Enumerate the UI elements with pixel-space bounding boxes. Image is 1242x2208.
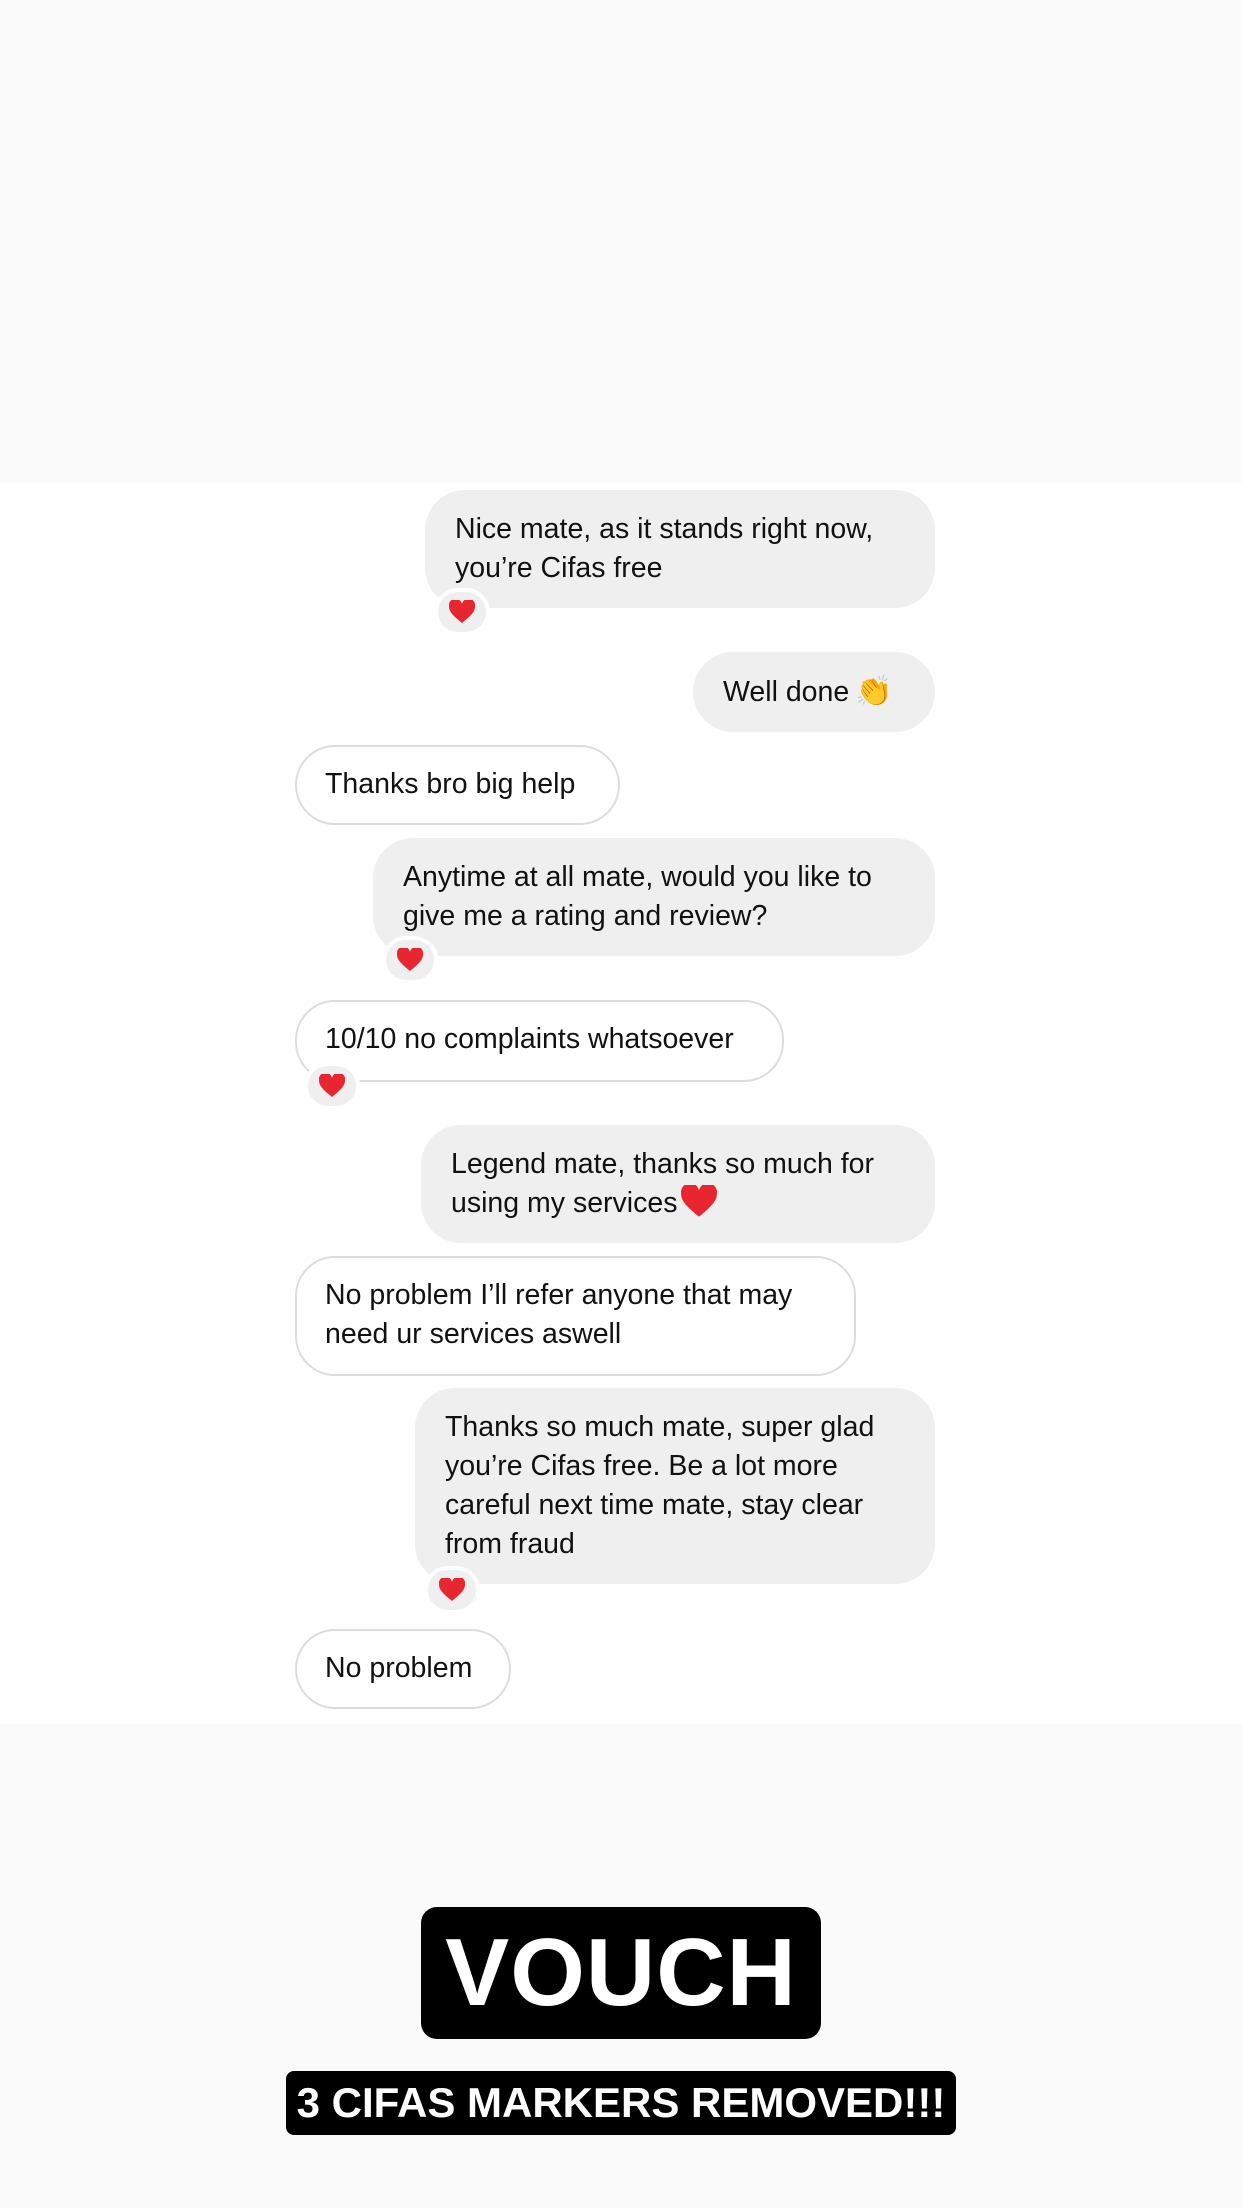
vouch-headline: VOUCH	[421, 1907, 821, 2039]
heart-icon	[681, 1185, 718, 1217]
heart-icon	[319, 1074, 345, 1097]
heart-icon	[449, 600, 475, 623]
top-empty-area	[0, 0, 1242, 482]
message-bubble-received[interactable]: 10/10 no complaints whatsoever	[295, 1000, 784, 1082]
message-text: Thanks bro big help	[325, 768, 576, 800]
message-text-line: from fraud	[445, 1528, 575, 1560]
heart-icon	[397, 948, 423, 971]
heart-reaction[interactable]	[304, 1062, 360, 1110]
message-text-line: you’re Cifas free	[455, 552, 663, 584]
message-text-line: give me a rating and review?	[403, 900, 768, 932]
message-text-line: No problem I’ll refer anyone that may	[325, 1279, 793, 1311]
message-text-line: Nice mate, as it stands right now,	[455, 513, 874, 545]
message-bubble-sent[interactable]: Nice mate, as it stands right now, you’r…	[425, 490, 935, 608]
message-text-line: need ur services aswell	[325, 1318, 622, 1350]
heart-reaction[interactable]	[434, 588, 490, 636]
message-text-line: careful next time mate, stay clear	[445, 1489, 864, 1521]
message-text-line: Anytime at all mate, would you like to	[403, 861, 872, 893]
heart-reaction[interactable]	[382, 936, 438, 984]
message-text-line: Thanks so much mate, super glad	[445, 1411, 875, 1443]
message-bubble-received[interactable]: No problem	[295, 1629, 511, 1709]
message-text: Well done	[723, 676, 850, 708]
message-text-line: you’re Cifas free. Be a lot more	[445, 1450, 838, 1482]
clapping-hands-icon: 👏	[855, 674, 893, 709]
heart-icon	[439, 1578, 465, 1601]
message-text: 10/10 no complaints whatsoever	[325, 1023, 734, 1055]
message-bubble-sent[interactable]: Thanks so much mate, super glad you’re C…	[415, 1388, 935, 1584]
message-bubble-sent[interactable]: Well done 👏	[693, 652, 935, 732]
tagline-banner: 3 CIFAS MARKERS REMOVED!!!	[286, 2071, 956, 2135]
heart-reaction[interactable]	[424, 1566, 480, 1614]
message-bubble-received[interactable]: No problem I’ll refer anyone that may ne…	[295, 1256, 856, 1376]
message-text: No problem	[325, 1652, 473, 1684]
message-bubble-received[interactable]: Thanks bro big help	[295, 745, 620, 825]
message-bubble-sent[interactable]: Anytime at all mate, would you like to g…	[373, 838, 935, 956]
message-text-line: using my services	[451, 1187, 678, 1219]
message-bubble-sent[interactable]: Legend mate, thanks so much for using my…	[421, 1125, 935, 1243]
message-text-line: Legend mate, thanks so much for	[451, 1148, 874, 1180]
